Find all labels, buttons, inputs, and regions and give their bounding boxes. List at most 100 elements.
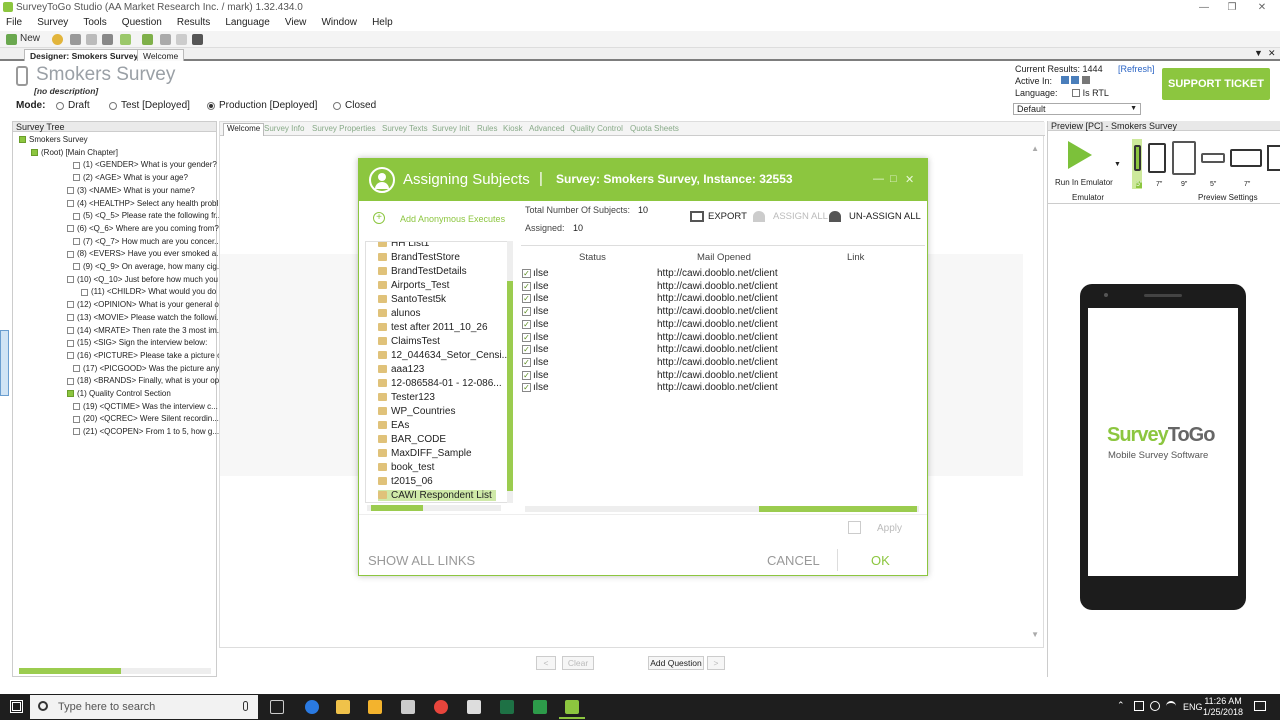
print-icon[interactable] bbox=[102, 34, 113, 45]
table-row[interactable]: ✓ ılse http://cawi.dooblo.net/client bbox=[521, 268, 921, 280]
tree-item[interactable]: (5) <Q_5> Please rate the following fr..… bbox=[73, 211, 222, 220]
run-in-emulator-label[interactable]: Run In Emulator bbox=[1055, 178, 1113, 187]
editor-tab-quota-sheets[interactable]: Quota Sheets bbox=[630, 124, 679, 133]
folder-item[interactable]: ClaimsTest bbox=[378, 336, 440, 347]
task-view-icon[interactable] bbox=[270, 700, 284, 714]
folder-item[interactable]: BAR_CODE bbox=[378, 434, 446, 445]
mode-draft-radio[interactable] bbox=[56, 102, 64, 110]
tree-item[interactable]: (12) <OPINION> What is your general o... bbox=[67, 300, 226, 309]
grid-scroll-thumb[interactable] bbox=[759, 506, 917, 512]
editor-tab-survey-init[interactable]: Survey Init bbox=[432, 124, 470, 133]
row-checkbox[interactable]: ✓ bbox=[522, 370, 531, 380]
tab-welcome[interactable]: Welcome bbox=[137, 49, 185, 61]
menu-tools[interactable]: Tools bbox=[77, 15, 112, 28]
mode-closed-radio[interactable] bbox=[333, 102, 341, 110]
editor-tab-survey-properties[interactable]: Survey Properties bbox=[312, 124, 376, 133]
editor-tab-welcome[interactable]: Welcome bbox=[223, 123, 265, 136]
microphone-icon[interactable] bbox=[243, 701, 248, 711]
layout-icon[interactable] bbox=[120, 34, 131, 45]
row-checkbox[interactable]: ✓ bbox=[522, 269, 531, 278]
surveytogo-taskbar-icon[interactable] bbox=[565, 700, 579, 714]
editor-tab-advanced[interactable]: Advanced bbox=[529, 124, 565, 133]
menu-survey[interactable]: Survey bbox=[31, 15, 74, 28]
table-row[interactable]: ✓ ılse http://cawi.dooblo.net/client bbox=[521, 306, 921, 318]
grid-horizontal-scrollbar[interactable] bbox=[525, 506, 919, 512]
row-checkbox[interactable]: ✓ bbox=[522, 357, 531, 367]
row-checkbox[interactable]: ✓ bbox=[522, 307, 531, 317]
tree-item[interactable]: (1) Quality Control Section bbox=[67, 389, 171, 398]
tree-item[interactable]: (4) <HEALTHP> Select any health probl... bbox=[67, 199, 225, 208]
row-checkbox[interactable]: ✓ bbox=[522, 332, 531, 342]
folder-vertical-scrollbar[interactable] bbox=[507, 241, 513, 503]
table-row[interactable]: ✓ ılse http://cawi.dooblo.net/client bbox=[521, 370, 921, 382]
editor-tab-survey-texts[interactable]: Survey Texts bbox=[382, 124, 428, 133]
menu-help[interactable]: Help bbox=[366, 15, 399, 28]
tree-item[interactable]: (21) <QCOPEN> From 1 to 5, how g... bbox=[73, 427, 219, 436]
table-row[interactable]: ✓ ılse http://cawi.dooblo.net/client bbox=[521, 281, 921, 293]
restore-button[interactable]: ❐ bbox=[1216, 0, 1248, 15]
save-icon[interactable] bbox=[86, 34, 97, 45]
tab-menu-icon[interactable]: ▼ bbox=[1254, 48, 1263, 58]
row-checkbox[interactable]: ✓ bbox=[522, 281, 531, 291]
menu-results[interactable]: Results bbox=[171, 15, 216, 28]
folder-item[interactable]: aaa123 bbox=[378, 364, 424, 375]
edge-icon[interactable] bbox=[305, 700, 319, 714]
next-button[interactable]: > bbox=[707, 656, 725, 670]
folder-item[interactable]: WP_Countries bbox=[378, 406, 455, 417]
folder-scroll-thumb[interactable] bbox=[507, 281, 513, 491]
scroll-up-icon[interactable]: ▲ bbox=[1031, 144, 1039, 153]
table-row[interactable]: ✓ ılse http://cawi.dooblo.net/client bbox=[521, 332, 921, 344]
tree-item[interactable]: (13) <MOVIE> Please watch the followi... bbox=[67, 313, 223, 322]
wifi-icon[interactable] bbox=[1166, 701, 1176, 711]
store-icon[interactable] bbox=[368, 700, 382, 714]
tree-scroll-thumb[interactable] bbox=[19, 668, 121, 674]
menu-question[interactable]: Question bbox=[116, 15, 168, 28]
tree-item[interactable]: (20) <QCREC> Were Silent recordin... bbox=[73, 414, 219, 423]
network-icon[interactable] bbox=[1134, 701, 1144, 711]
dialog-close-icon[interactable]: ✕ bbox=[905, 173, 914, 186]
row-checkbox[interactable]: ✓ bbox=[522, 383, 531, 393]
start-icon[interactable] bbox=[10, 700, 23, 713]
tree-item[interactable]: (14) <MRATE> Then rate the 3 most im... bbox=[67, 326, 223, 335]
folder-item[interactable]: 12-086584-01 - 12-086... bbox=[378, 378, 502, 389]
open-icon[interactable] bbox=[52, 34, 63, 45]
export-icon[interactable] bbox=[690, 211, 704, 222]
tree-item[interactable]: (3) <NAME> What is your name? bbox=[67, 186, 195, 195]
scroll-down-icon[interactable]: ▼ bbox=[1031, 630, 1039, 639]
refresh-link[interactable]: [Refresh] bbox=[1118, 64, 1155, 74]
unassign-all-icon[interactable] bbox=[829, 211, 841, 222]
menu-window[interactable]: Window bbox=[315, 15, 363, 28]
cut-icon[interactable] bbox=[160, 34, 171, 45]
add-anonymous-icon[interactable]: + bbox=[373, 212, 385, 224]
folder-item[interactable]: BrandTestStore bbox=[378, 252, 460, 263]
column-link[interactable]: Link bbox=[847, 252, 864, 263]
export-button[interactable]: EXPORT bbox=[708, 211, 747, 222]
folder-item[interactable]: MaxDIFF_Sample bbox=[378, 448, 472, 459]
assign-all-button[interactable]: ASSIGN ALL bbox=[773, 211, 828, 222]
folder-item[interactable]: SantoTest5k bbox=[378, 294, 446, 305]
folder-item[interactable]: alunos bbox=[378, 308, 420, 319]
device-5-icon[interactable] bbox=[1134, 145, 1141, 171]
table-row[interactable]: ✓ ılse http://cawi.dooblo.net/client bbox=[521, 319, 921, 331]
prev-button[interactable]: < bbox=[536, 656, 556, 670]
tree-item[interactable]: (17) <PICGOOD> Was the picture any... bbox=[73, 364, 225, 373]
excel-icon[interactable] bbox=[500, 700, 514, 714]
close-window-button[interactable]: ✕ bbox=[1246, 0, 1278, 15]
table-row[interactable]: ✓ ılse http://cawi.dooblo.net/client bbox=[521, 293, 921, 305]
clear-button[interactable]: Clear bbox=[562, 656, 594, 670]
taskbar-search-input[interactable]: Type here to search bbox=[58, 701, 155, 713]
tree-item[interactable]: Smokers Survey bbox=[19, 135, 88, 144]
language-select[interactable]: Default ▼ bbox=[1013, 103, 1141, 115]
tree-item[interactable]: (8) <EVERS> Have you ever smoked a... bbox=[67, 249, 223, 258]
mail-icon[interactable] bbox=[467, 700, 481, 714]
taskbar-clock[interactable]: 11:26 AM 1/25/2018 bbox=[1203, 696, 1243, 718]
folder-hscroll-thumb[interactable] bbox=[371, 505, 423, 511]
tree-item[interactable]: (18) <BRANDS> Finally, what is your opi.… bbox=[67, 376, 228, 385]
editor-tab-rules[interactable]: Rules bbox=[477, 124, 497, 133]
show-all-links-button[interactable]: SHOW ALL LINKS bbox=[368, 553, 475, 568]
tree-item[interactable]: (Root) [Main Chapter] bbox=[31, 148, 118, 157]
tree-item[interactable]: (16) <PICTURE> Please take a picture of.… bbox=[67, 351, 230, 360]
tree-item[interactable]: (11) <CHILDR> What would you do if... bbox=[81, 287, 229, 296]
play-icon[interactable] bbox=[1068, 141, 1092, 169]
dialog-minimize-icon[interactable]: — bbox=[873, 173, 884, 185]
